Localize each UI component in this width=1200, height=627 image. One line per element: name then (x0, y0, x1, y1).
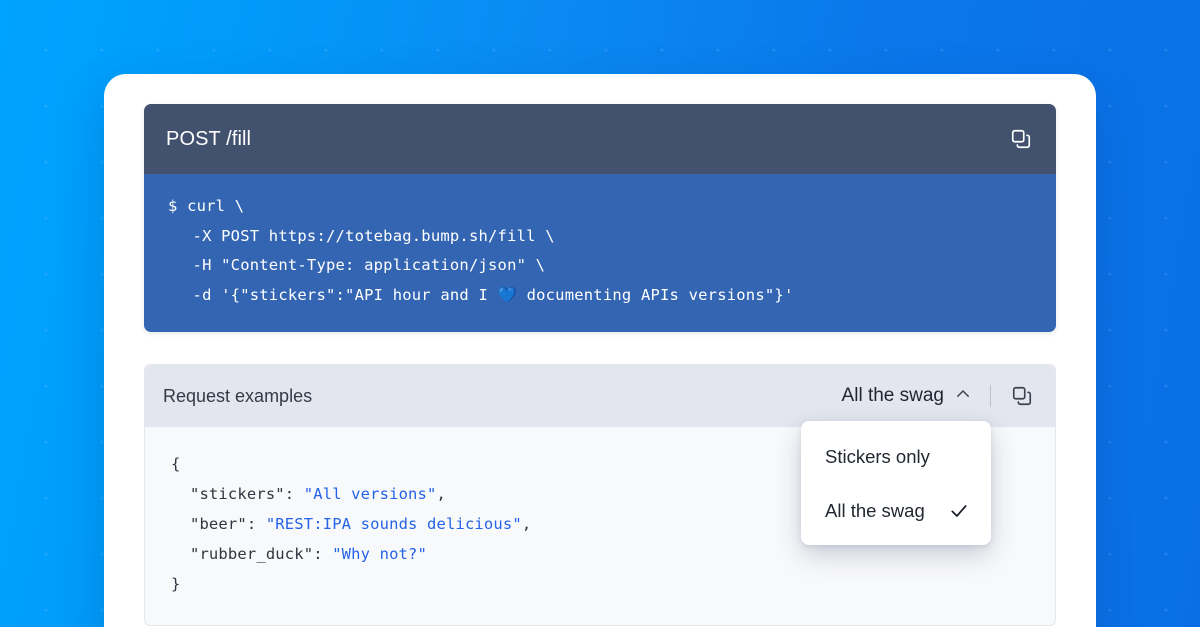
menu-item-all-the-swag[interactable]: All the swag (801, 491, 991, 531)
json-value: "REST:IPA sounds delicious" (266, 515, 522, 533)
example-selector-menu: Stickers only All the swag (801, 421, 991, 545)
curl-line-4: -d '{"stickers":"API hour and I 💙 docume… (168, 281, 1032, 311)
json-key: "beer": (171, 515, 266, 533)
menu-item-stickers-only[interactable]: Stickers only (801, 437, 991, 477)
check-icon (949, 501, 969, 521)
copy-icon[interactable] (1006, 124, 1036, 154)
curl-panel-title: POST /fill (166, 128, 251, 151)
menu-item-label: Stickers only (825, 446, 930, 468)
curl-line-2: -X POST https://totebag.bump.sh/fill \ (168, 222, 1032, 252)
json-tail: , (437, 485, 446, 503)
curl-line-1: $ curl \ (168, 192, 1032, 222)
json-value: "Why not?" (332, 545, 427, 563)
chevron-up-icon[interactable] (954, 385, 972, 408)
request-examples-header: Request examples All the swag (145, 365, 1055, 427)
json-key: "stickers": (171, 485, 304, 503)
menu-item-label: All the swag (825, 500, 925, 522)
curl-panel-header: POST /fill (144, 104, 1056, 174)
json-tail: , (522, 515, 531, 533)
request-examples-title: Request examples (163, 386, 312, 407)
json-key: "rubber_duck": (171, 545, 332, 563)
example-selector-dropdown[interactable]: All the swag (836, 381, 978, 412)
json-value: "All versions" (304, 485, 437, 503)
example-selector-value: All the swag (842, 385, 944, 407)
curl-line-3: -H "Content-Type: application/json" \ (168, 251, 1032, 281)
request-examples-header-actions: All the swag (836, 381, 1037, 412)
curl-request-panel: POST /fill $ curl \ -X POST https://tote… (144, 104, 1056, 332)
json-line-close: } (171, 569, 1029, 599)
main-card: POST /fill $ curl \ -X POST https://tote… (104, 74, 1096, 627)
copy-icon[interactable] (1007, 381, 1037, 411)
header-divider (990, 385, 991, 407)
request-examples-panel: Request examples All the swag (144, 364, 1056, 626)
curl-code-block: $ curl \ -X POST https://totebag.bump.sh… (144, 174, 1056, 332)
